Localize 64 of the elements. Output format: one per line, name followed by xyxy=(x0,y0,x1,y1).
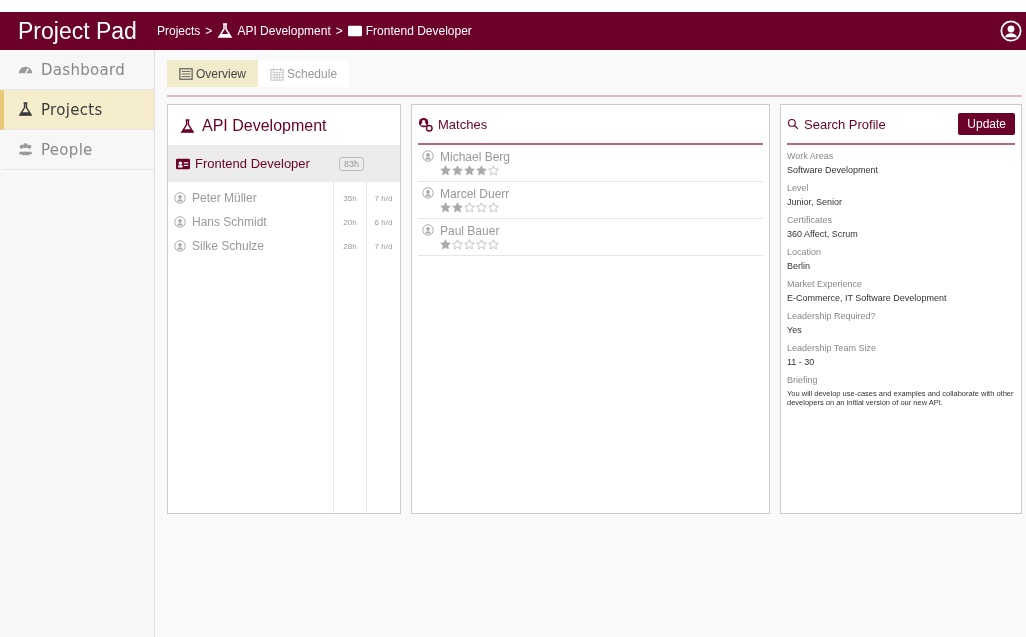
filled-star-icon xyxy=(464,165,475,176)
field-label: Leadership Team Size xyxy=(787,343,877,353)
field-value: Yes xyxy=(787,325,803,335)
field-label: Market Experience xyxy=(787,279,864,289)
person-icon xyxy=(174,216,186,228)
field-label: Briefing xyxy=(787,375,819,385)
field-value: Berlin xyxy=(787,261,811,271)
app-title: Project Pad xyxy=(17,17,138,45)
field-label: Leadership Required? xyxy=(787,311,877,321)
filled-star-icon xyxy=(440,165,451,176)
flask-icon xyxy=(180,118,195,134)
list-icon xyxy=(179,66,193,81)
field-label: Work Areas xyxy=(787,151,835,161)
match-name: Paul Bauer xyxy=(440,224,500,238)
field-value: Junior, Senior xyxy=(787,197,844,207)
member-hours: 20h xyxy=(343,217,357,227)
member-hours: 28h xyxy=(343,241,357,251)
filled-star-icon xyxy=(452,165,463,176)
filled-star-icon xyxy=(452,202,463,213)
filled-star-icon xyxy=(440,239,451,250)
panel-title: Matches xyxy=(438,116,488,132)
breadcrumb-link[interactable]: API Development xyxy=(237,24,331,38)
person-icon xyxy=(174,192,186,204)
update-button[interactable]: Update xyxy=(958,113,1015,135)
field-value: E-Commerce, IT Software Development xyxy=(787,293,948,303)
field-label: Certificates xyxy=(787,215,833,225)
flask-icon xyxy=(217,23,234,39)
filled-star-icon xyxy=(476,165,487,176)
breadcrumb-link[interactable]: Frontend Developer xyxy=(365,24,472,38)
person-icon xyxy=(422,150,434,162)
member-name: Silke Schulze xyxy=(192,239,265,253)
role-name: Frontend Developer xyxy=(195,156,310,171)
panel-title: API Development xyxy=(202,117,327,135)
field-value: 11 - 30 xyxy=(787,357,816,367)
people-icon xyxy=(18,142,33,157)
tab[interactable]: Overview xyxy=(167,60,258,87)
member-rate: 7 h/d xyxy=(374,193,393,203)
person-icon xyxy=(422,187,434,199)
people-search-icon xyxy=(418,116,433,132)
search-icon xyxy=(787,118,799,130)
breadcrumb-separator: > xyxy=(205,24,213,38)
field-label: Location xyxy=(787,247,823,257)
sidebar-item[interactable]: Projects xyxy=(0,90,154,130)
role-row[interactable]: Frontend Developer 83h xyxy=(168,145,400,182)
member-hours: 35h xyxy=(343,193,357,203)
user-avatar-icon[interactable] xyxy=(1000,20,1022,42)
person-icon xyxy=(422,224,434,236)
field-value: Software Development xyxy=(787,165,880,175)
hours-badge: 83h xyxy=(338,156,364,171)
field-label: Level xyxy=(787,183,810,193)
flask-icon xyxy=(18,102,33,117)
match-name: Michael Berg xyxy=(440,150,511,164)
breadcrumb-separator: > xyxy=(335,24,343,38)
member-name: Hans Schmidt xyxy=(192,215,267,229)
member-name: Peter Müller xyxy=(192,191,257,205)
filled-star-icon xyxy=(440,202,451,213)
breadcrumb-link[interactable]: Projects xyxy=(157,24,201,38)
person-icon xyxy=(174,240,186,252)
member-rate: 6 h/d xyxy=(374,217,393,227)
member-rate: 7 h/d xyxy=(374,241,393,251)
match-name: Marcel Duerr xyxy=(440,187,510,201)
panel-title: Search Profile xyxy=(804,116,886,132)
field-value: 360 Affect, Scrum xyxy=(787,229,859,239)
calendar-icon xyxy=(270,66,284,81)
